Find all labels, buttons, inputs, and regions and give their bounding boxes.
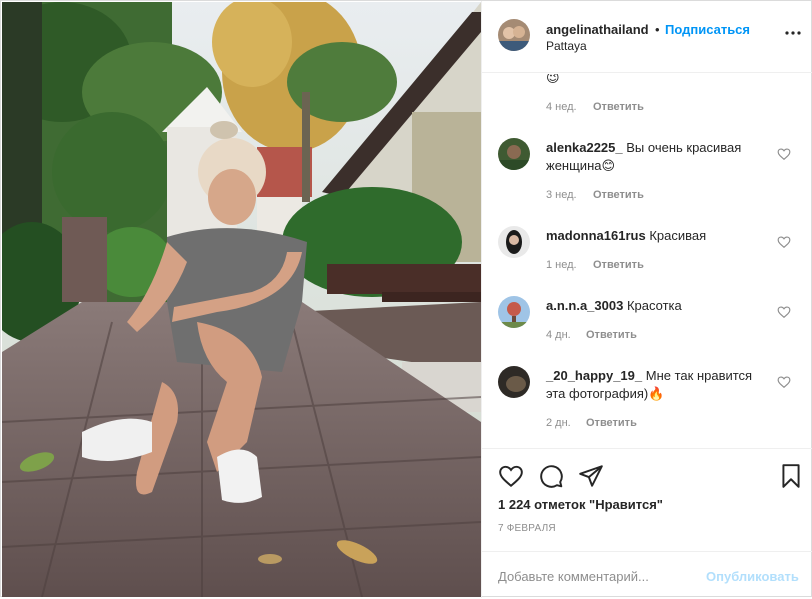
comment-username[interactable]: alenka2225_: [546, 140, 623, 155]
avatar[interactable]: [498, 366, 530, 398]
likes-count[interactable]: 1 224 отметок "Нравится": [498, 497, 663, 512]
comment-icon[interactable]: [538, 463, 564, 489]
bookmark-icon[interactable]: [778, 463, 804, 489]
comment-time: 3 нед.: [546, 189, 577, 201]
comment-body: a.n.n.a_3003 Красотка: [546, 297, 766, 315]
heart-icon[interactable]: [777, 375, 791, 389]
post-header: angelinathailand • Подписаться Pattaya: [482, 1, 812, 73]
comment-text: Красотка: [626, 298, 682, 313]
post-actions: 1 224 отметок "Нравится" 7 ФЕВРАЛЯ Опубл…: [482, 448, 812, 598]
comment-body: alenka2225_ Вы очень красивая женщина😊: [546, 139, 766, 175]
comment-text: Красивая: [649, 228, 707, 243]
comment-emoji: 😉: [546, 74, 560, 85]
reply-button[interactable]: Ответить: [593, 189, 644, 201]
comment-input[interactable]: [498, 566, 698, 586]
post-photo[interactable]: [2, 2, 481, 597]
avatar[interactable]: [498, 226, 530, 258]
comment-text: Мне так нравится: [645, 368, 753, 383]
reply-button[interactable]: Ответить: [586, 329, 637, 341]
more-icon[interactable]: [784, 25, 802, 41]
comment-time: 4 нед.: [546, 101, 577, 113]
avatar[interactable]: [498, 296, 530, 328]
reply-button[interactable]: Ответить: [593, 101, 644, 113]
publish-button[interactable]: Опубликовать: [706, 569, 799, 584]
comment-time: 4 дн.: [546, 329, 571, 341]
post-date: 7 ФЕВРАЛЯ: [498, 523, 556, 534]
author-avatar[interactable]: [498, 19, 530, 51]
comment-username[interactable]: a.n.n.a_3003: [546, 298, 623, 313]
heart-icon[interactable]: [777, 147, 791, 161]
comment-username[interactable]: _20_happy_19_: [546, 368, 642, 383]
heart-icon[interactable]: [777, 235, 791, 249]
post-location[interactable]: Pattaya: [546, 39, 587, 53]
comment-body: _20_happy_19_ Мне так нравится эта фотог…: [546, 367, 771, 403]
author-username[interactable]: angelinathailand: [546, 22, 649, 37]
comment-text-line2: эта фотография)🔥: [546, 386, 665, 401]
comment-time: 2 дн.: [546, 417, 571, 429]
comments-list[interactable]: 😉 4 нед. Ответить alenka2225_ Вы очень к…: [482, 74, 812, 448]
header-separator: •: [655, 22, 660, 37]
heart-icon[interactable]: [498, 463, 524, 489]
share-icon[interactable]: [578, 463, 604, 489]
follow-button[interactable]: Подписаться: [665, 22, 750, 37]
comment-username[interactable]: madonna161rus: [546, 228, 646, 243]
avatar[interactable]: [498, 138, 530, 170]
post-side-panel: angelinathailand • Подписаться Pattaya 😉…: [481, 1, 812, 598]
comment-text-line2: женщина😊: [546, 158, 616, 173]
comment-time: 1 нед.: [546, 259, 577, 271]
post-dialog: angelinathailand • Подписаться Pattaya 😉…: [0, 0, 812, 598]
heart-icon[interactable]: [777, 305, 791, 319]
reply-button[interactable]: Ответить: [586, 417, 637, 429]
reply-button[interactable]: Ответить: [593, 259, 644, 271]
add-comment-bar: Опубликовать: [482, 551, 812, 599]
comment-text: Вы очень красивая: [626, 140, 742, 155]
comment-body: madonna161rus Красивая: [546, 227, 766, 245]
photo-image: [2, 2, 481, 597]
